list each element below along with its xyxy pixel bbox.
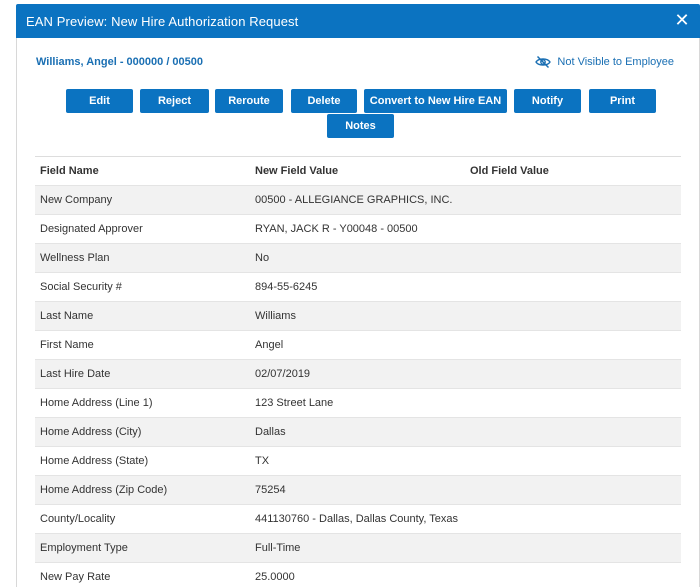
table-row: New Pay Rate 25.0000 bbox=[35, 563, 681, 587]
cell-new-value: 75254 bbox=[255, 484, 286, 496]
cell-field-name: New Company bbox=[40, 194, 113, 206]
cell-new-value: TX bbox=[255, 455, 270, 467]
table-row: Last Hire Date 02/07/2019 bbox=[35, 360, 681, 389]
table-row: Home Address (Line 1) 123 Street Lane bbox=[35, 389, 681, 418]
table-row: Social Security # 894-55-6245 bbox=[35, 273, 681, 302]
cell-new-value: RYAN, JACK R - Y00048 - 00500 bbox=[255, 223, 418, 235]
cell-new-value: Dallas bbox=[255, 426, 286, 438]
table-row: Wellness Plan No bbox=[35, 244, 681, 273]
cell-old-value bbox=[470, 476, 675, 505]
cell-new-value: 02/07/2019 bbox=[255, 368, 311, 380]
header-field-name: Field Name bbox=[40, 165, 99, 177]
visibility-label: Not Visible to Employee bbox=[557, 56, 674, 68]
cell-field-name: Home Address (Line 1) bbox=[40, 397, 153, 409]
table-body: New Company 00500 - ALLEGIANCE GRAPHICS, … bbox=[35, 186, 681, 587]
convert-to-new-hire-ean-button[interactable]: Convert to New Hire EAN bbox=[364, 89, 507, 113]
cell-old-value bbox=[470, 244, 675, 273]
cell-new-value: 123 Street Lane bbox=[255, 397, 334, 409]
cell-old-value bbox=[470, 389, 675, 418]
table-row: Employment Type Full-Time bbox=[35, 534, 681, 563]
modal-titlebar: EAN Preview: New Hire Authorization Requ… bbox=[16, 4, 700, 38]
header-new-field-value: New Field Value bbox=[255, 165, 339, 177]
cell-old-value bbox=[470, 418, 675, 447]
cell-field-name: Last Hire Date bbox=[40, 368, 111, 380]
close-icon[interactable]: ✕ bbox=[673, 11, 691, 29]
employee-name-line: Williams, Angel - 000000 / 00500 bbox=[36, 56, 204, 68]
table-row: Designated Approver RYAN, JACK R - Y00048… bbox=[35, 215, 681, 244]
reroute-button[interactable]: Reroute bbox=[215, 89, 283, 113]
cell-field-name: New Pay Rate bbox=[40, 571, 111, 583]
cell-new-value: Williams bbox=[255, 310, 296, 322]
modal-title: EAN Preview: New Hire Authorization Requ… bbox=[26, 13, 299, 29]
notify-button[interactable]: Notify bbox=[514, 89, 581, 113]
table-header-row: Field Name New Field Value Old Field Val… bbox=[35, 157, 681, 186]
table-row: Home Address (Zip Code) 75254 bbox=[35, 476, 681, 505]
cell-old-value bbox=[470, 505, 675, 534]
cell-old-value bbox=[470, 447, 675, 476]
cell-old-value bbox=[470, 302, 675, 331]
cell-field-name: Last Name bbox=[40, 310, 94, 322]
print-button[interactable]: Print bbox=[589, 89, 656, 113]
table-row: New Company 00500 - ALLEGIANCE GRAPHICS, … bbox=[35, 186, 681, 215]
cell-old-value bbox=[470, 563, 675, 587]
table-row: First Name Angel bbox=[35, 331, 681, 360]
cell-new-value: 441130760 - Dallas, Dallas County, Texas bbox=[255, 513, 459, 525]
cell-new-value: 00500 - ALLEGIANCE GRAPHICS, INC. bbox=[255, 194, 453, 206]
cell-old-value bbox=[470, 273, 675, 302]
cell-new-value: Angel bbox=[255, 339, 284, 351]
cell-field-name: Employment Type bbox=[40, 542, 128, 554]
field-changes-table: Field Name New Field Value Old Field Val… bbox=[35, 156, 681, 587]
notes-button[interactable]: Notes bbox=[327, 114, 394, 138]
cell-new-value: 894-55-6245 bbox=[255, 281, 318, 293]
cell-field-name: Home Address (Zip Code) bbox=[40, 484, 168, 496]
cell-old-value bbox=[470, 360, 675, 389]
table-row: Last Name Williams bbox=[35, 302, 681, 331]
reject-button[interactable]: Reject bbox=[140, 89, 209, 113]
cell-field-name: Home Address (State) bbox=[40, 455, 149, 467]
cell-old-value bbox=[470, 534, 675, 563]
table-row: Home Address (State) TX bbox=[35, 447, 681, 476]
table-row: County/Locality 441130760 - Dallas, Dalla… bbox=[35, 505, 681, 534]
cell-old-value bbox=[470, 186, 675, 215]
cell-new-value: No bbox=[255, 252, 270, 264]
cell-field-name: Wellness Plan bbox=[40, 252, 110, 264]
cell-old-value bbox=[470, 215, 675, 244]
cell-field-name: County/Locality bbox=[40, 513, 116, 525]
table-row: Home Address (City) Dallas bbox=[35, 418, 681, 447]
cell-field-name: Home Address (City) bbox=[40, 426, 142, 438]
cell-field-name: Designated Approver bbox=[40, 223, 143, 235]
eye-slash-icon bbox=[535, 55, 552, 69]
ean-preview-modal: EAN Preview: New Hire Authorization Requ… bbox=[0, 0, 700, 587]
edit-button[interactable]: Edit bbox=[66, 89, 133, 113]
delete-button[interactable]: Delete bbox=[291, 89, 357, 113]
cell-field-name: Social Security # bbox=[40, 281, 122, 293]
cell-field-name: First Name bbox=[40, 339, 94, 351]
cell-new-value: Full-Time bbox=[255, 542, 301, 554]
cell-new-value: 25.0000 bbox=[255, 571, 295, 583]
header-old-field-value: Old Field Value bbox=[470, 165, 549, 177]
visibility-indicator: Not Visible to Employee bbox=[535, 55, 674, 69]
cell-old-value bbox=[470, 331, 675, 360]
